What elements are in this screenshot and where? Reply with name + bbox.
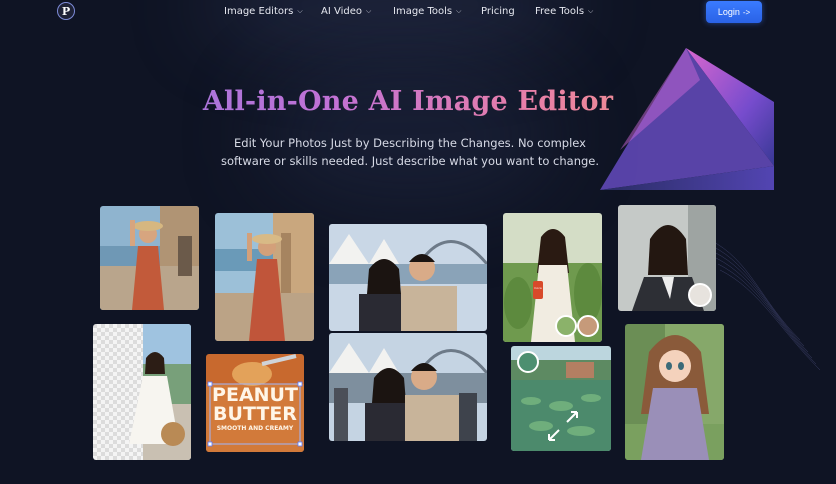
login-label: Login xyxy=(717,7,740,17)
nav-label: Image Tools xyxy=(393,6,453,17)
gallery-photo-peanut-butter: PEANUT BUTTER SMOOTH AND CREAMY xyxy=(206,354,304,452)
gallery-photo-woman-waving-edited xyxy=(215,213,314,341)
brand-logo[interactable]: P xyxy=(57,2,75,20)
gallery-photo-woman-waving-original xyxy=(100,206,199,310)
hero-subtitle: Edit Your Photos Just by Describing the … xyxy=(210,134,610,170)
peanut-tagline: SMOOTH AND CREAMY xyxy=(216,425,294,432)
main-nav: Image Editors ⌵ AI Video ⌵ Image Tools ⌵… xyxy=(224,6,605,17)
nav-pricing[interactable]: Pricing xyxy=(481,6,535,17)
avatar-badge xyxy=(577,315,599,337)
gallery-photo-woman-portrait xyxy=(618,205,716,311)
avatar-badge xyxy=(688,283,712,307)
nav-label: Free Tools xyxy=(535,6,585,17)
chevron-down-icon: ⌵ xyxy=(456,7,462,15)
hero-subtitle-line: software or skills needed. Just describe… xyxy=(220,154,600,168)
peanut-line: BUTTER xyxy=(213,403,297,425)
hero-subtitle-line: Edit Your Photos Just by Describing the … xyxy=(234,136,586,150)
chevron-down-icon: ⌵ xyxy=(366,7,372,15)
peanut-label: PEANUT BUTTER SMOOTH AND CREAMY xyxy=(206,386,304,434)
avatar-badge xyxy=(517,351,539,373)
gallery-photo-couple-edited xyxy=(329,333,487,441)
gallery-photo-anime-girl xyxy=(625,324,724,460)
chevron-down-icon: ⌵ xyxy=(588,7,594,15)
login-button[interactable]: Login -> xyxy=(706,1,762,23)
can-label: Coca xyxy=(534,286,542,290)
logo-letter: P xyxy=(61,4,71,18)
nav-image-editors[interactable]: Image Editors ⌵ xyxy=(224,6,321,17)
gallery-photo-lotus-pond xyxy=(511,346,611,451)
gallery-photo-woman-cactus: Coca xyxy=(503,213,602,342)
nav-image-tools[interactable]: Image Tools ⌵ xyxy=(393,6,481,17)
avatar-badge xyxy=(555,315,577,337)
nav-free-tools[interactable]: Free Tools ⌵ xyxy=(535,6,605,17)
gallery-photo-couple-original xyxy=(329,224,487,331)
nav-ai-video[interactable]: AI Video ⌵ xyxy=(321,6,393,17)
arrow-right-icon: -> xyxy=(742,7,751,17)
gallery-photo-background-removed xyxy=(93,324,191,460)
top-navigation: P Image Editors ⌵ AI Video ⌵ Image Tools… xyxy=(0,0,836,26)
nav-label: AI Video xyxy=(321,6,362,17)
chevron-down-icon: ⌵ xyxy=(297,7,303,15)
hero-title: All-in-One AI Image Editor xyxy=(0,86,816,117)
nav-label: Pricing xyxy=(481,6,515,17)
nav-label: Image Editors xyxy=(224,6,294,17)
